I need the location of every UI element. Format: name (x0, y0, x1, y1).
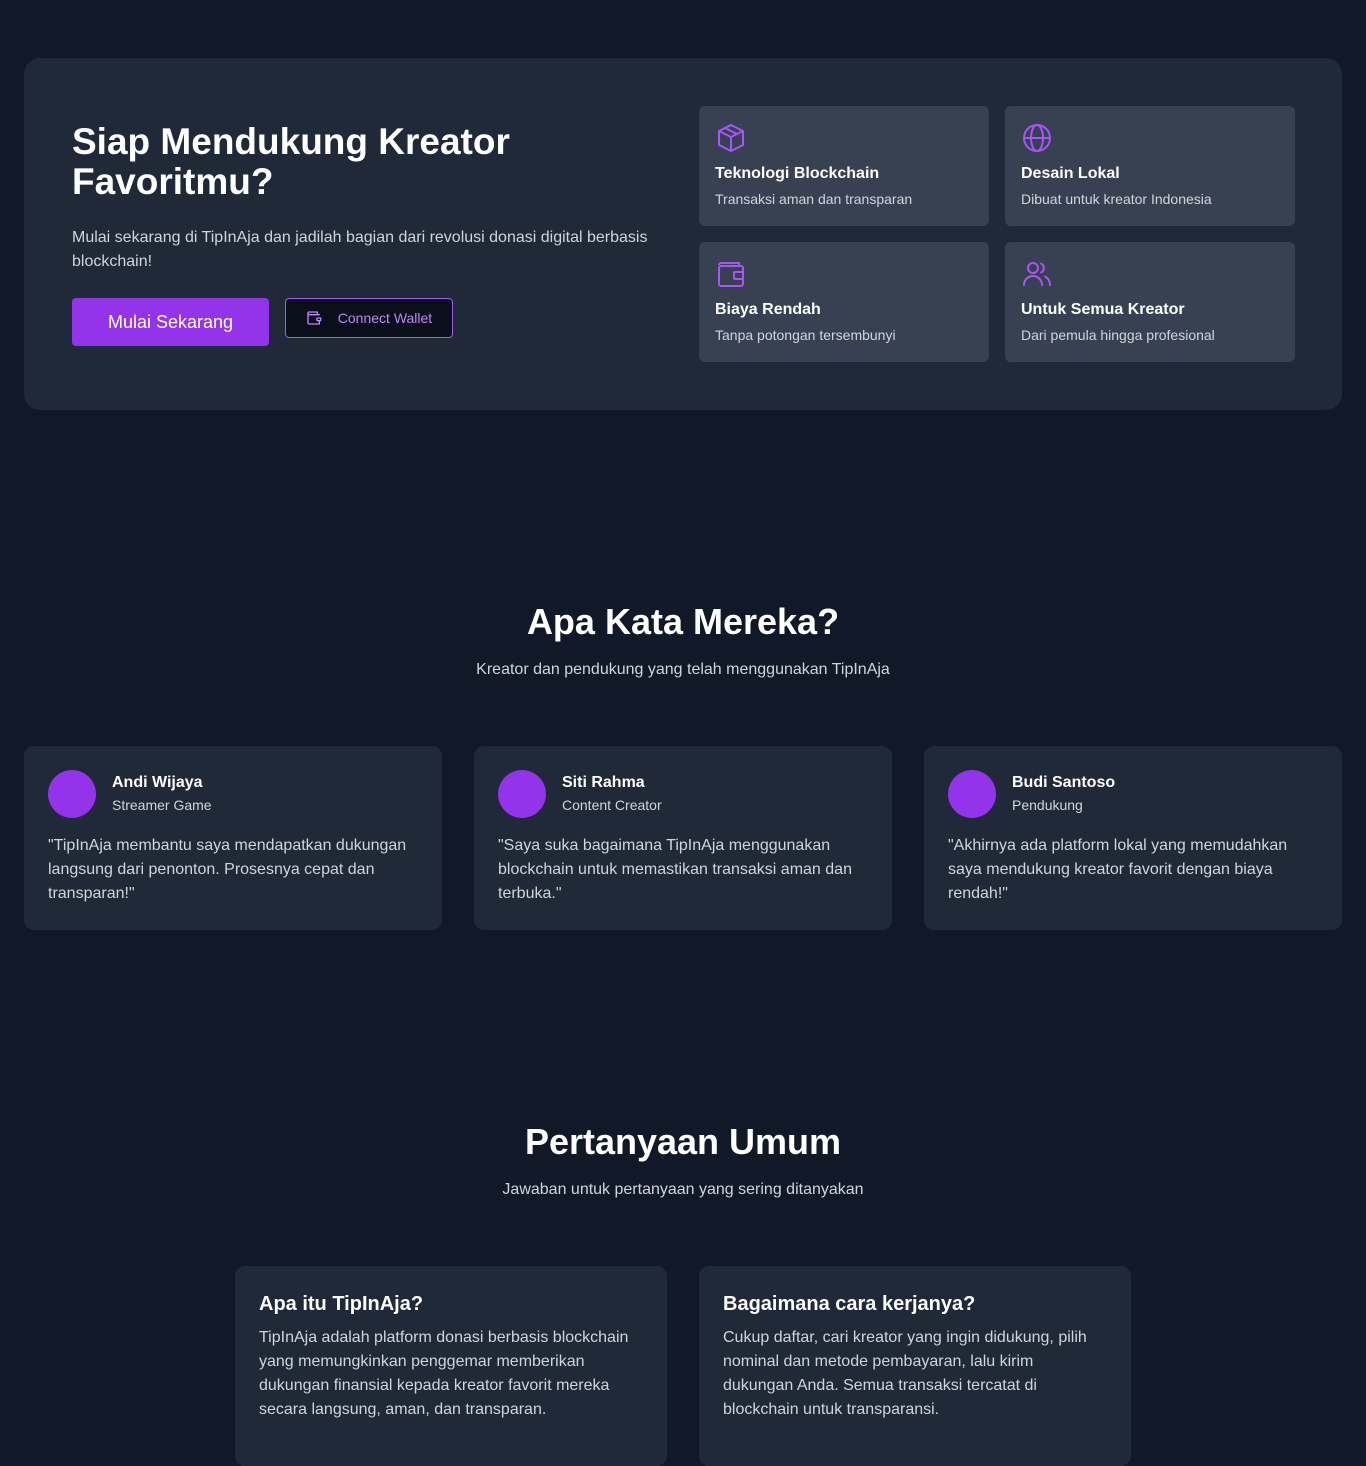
avatar (948, 770, 996, 818)
faq-item: Apa itu TipInAja? TipInAja adalah platfo… (235, 1266, 667, 1466)
wallet-icon (306, 310, 322, 326)
avatar (498, 770, 546, 818)
feature-card-blockchain: Teknologi Blockchain Transaksi aman dan … (699, 106, 989, 226)
feature-subtitle: Transaksi aman dan transparan (715, 191, 913, 207)
feature-title: Desain Lokal (1021, 165, 1120, 182)
feature-subtitle: Dari pemula hingga profesional (1021, 327, 1215, 343)
faq-answer: TipInAja adalah platform donasi berbasis… (259, 1329, 629, 1418)
feature-title: Biaya Rendah (715, 301, 821, 318)
feature-subtitle: Tanpa potongan tersembunyi (715, 327, 896, 343)
users-icon (1023, 262, 1051, 286)
faq-question: Apa itu TipInAja? (259, 1293, 424, 1315)
start-now-label: Mulai Sekarang (107, 311, 234, 332)
cta-description: Mulai sekarang di TipInAja dan jadilah b… (72, 229, 648, 270)
testimonial-role: Content Creator (562, 797, 662, 813)
feature-title: Teknologi Blockchain (715, 165, 880, 182)
connect-wallet-label: Connect Wallet (337, 310, 433, 326)
wallet-icon (718, 262, 744, 287)
testimonial-name: Siti Rahma (562, 774, 645, 791)
faq-answer: Cukup daftar, cari kreator yang ingin di… (723, 1329, 1087, 1418)
cta-section: Siap Mendukung Kreator Favoritmu? Mulai … (24, 58, 1342, 410)
testimonial-role: Streamer Game (112, 797, 212, 813)
feature-subtitle: Dibuat untuk kreator Indonesia (1021, 191, 1212, 207)
testimonial-card: Andi Wijaya Streamer Game "TipInAja memb… (24, 746, 442, 930)
faq-question: Bagaimana cara kerjanya? (723, 1293, 976, 1315)
testimonials-title: Apa Kata Mereka? (526, 601, 840, 642)
cta-title: Siap Mendukung Kreator Favoritmu? (72, 121, 510, 202)
testimonial-quote: "Akhirnya ada platform lokal yang memuda… (948, 837, 1288, 902)
testimonial-card: Budi Santoso Pendukung "Akhirnya ada pla… (924, 746, 1342, 930)
feature-title: Untuk Semua Kreator (1021, 301, 1185, 318)
avatar (48, 770, 96, 818)
start-now-button[interactable]: Mulai Sekarang (72, 298, 269, 346)
testimonial-name: Andi Wijaya (112, 774, 203, 791)
testimonial-role: Pendukung (1012, 797, 1083, 813)
faq-title: Pertanyaan Umum (524, 1121, 842, 1162)
connect-wallet-button[interactable]: Connect Wallet (285, 298, 453, 338)
testimonial-name: Budi Santoso (1012, 774, 1116, 791)
faq-subtitle: Jawaban untuk pertanyaan yang sering dit… (502, 1181, 864, 1198)
feature-card-low-fee: Biaya Rendah Tanpa potongan tersembunyi (699, 242, 989, 362)
testimonial-quote: "Saya suka bagaimana TipInAja menggunaka… (498, 837, 852, 902)
testimonials-subtitle: Kreator dan pendukung yang telah menggun… (476, 661, 890, 678)
feature-card-local: Desain Lokal Dibuat untuk kreator Indone… (1005, 106, 1295, 226)
cube-icon (718, 124, 744, 152)
faq-item: Bagaimana cara kerjanya? Cukup daftar, c… (699, 1266, 1131, 1466)
globe-icon (1023, 124, 1051, 152)
testimonial-quote: "TipInAja membantu saya mendapatkan duku… (48, 837, 407, 902)
testimonial-card: Siti Rahma Content Creator "Saya suka ba… (474, 746, 892, 930)
feature-card-all-creators: Untuk Semua Kreator Dari pemula hingga p… (1005, 242, 1295, 362)
